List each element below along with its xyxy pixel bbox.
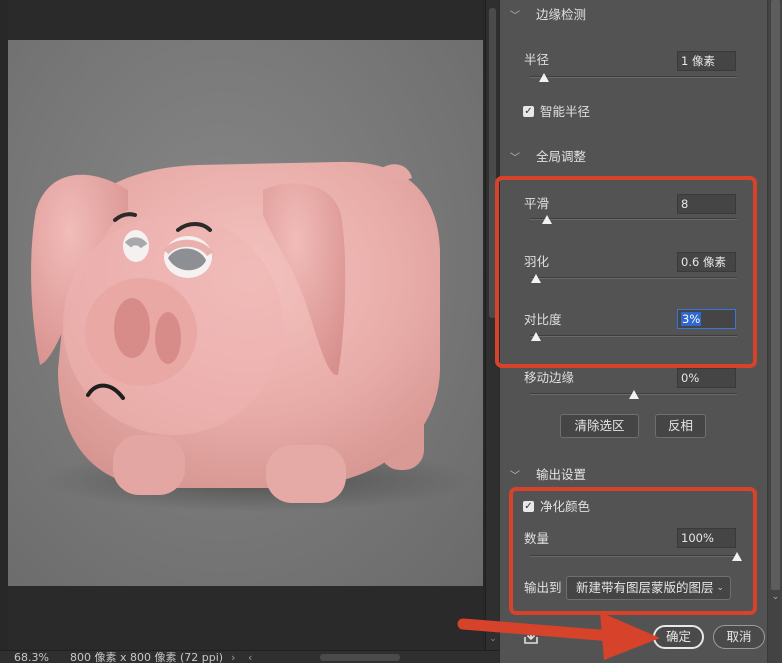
smart-radius-label[interactable]: 智能半径 xyxy=(540,104,590,120)
output-to-select[interactable]: 新建带有图层蒙版的图层 ⌄ xyxy=(566,576,731,600)
section-edge-detection[interactable]: ﹀ 边缘检测 xyxy=(510,6,586,24)
feather-label: 羽化 xyxy=(524,254,550,269)
section-title: 输出设置 xyxy=(536,467,587,482)
smooth-field[interactable]: 8 xyxy=(677,194,736,214)
smooth-label: 平滑 xyxy=(524,196,550,211)
panel-scroll-thumb[interactable] xyxy=(771,0,780,590)
amount-slider-thumb[interactable] xyxy=(732,552,742,561)
canvas-top-margin xyxy=(8,0,483,40)
document-canvas[interactable] xyxy=(8,40,483,586)
section-output-settings[interactable]: ﹀ 输出设置 xyxy=(510,466,586,484)
checkbox-checked-icon[interactable]: ✓ xyxy=(523,501,534,512)
radius-label: 半径 xyxy=(524,52,550,67)
chevron-left-icon[interactable]: ‹ xyxy=(248,651,252,663)
feather-field[interactable]: 0.6 像素 xyxy=(677,252,736,272)
save-to-icon[interactable] xyxy=(522,628,540,646)
ok-button[interactable]: 确定 xyxy=(653,625,704,649)
shift-edge-field[interactable]: 0% xyxy=(677,368,736,388)
contrast-label: 对比度 xyxy=(524,312,562,327)
canvas-area xyxy=(0,0,485,650)
chevron-down-icon[interactable]: ⌄ xyxy=(768,592,782,602)
amount-field[interactable]: 100% xyxy=(677,528,736,548)
contrast-slider-thumb[interactable] xyxy=(531,332,542,341)
chevron-down-icon[interactable]: ﹀ xyxy=(510,8,524,26)
pig-plush-image xyxy=(31,161,473,512)
smooth-slider[interactable] xyxy=(530,218,737,220)
feather-slider-thumb[interactable] xyxy=(531,274,542,283)
amount-label: 数量 xyxy=(524,531,550,546)
shift-edge-label: 移动边缘 xyxy=(524,370,575,385)
invert-button[interactable]: 反相 xyxy=(655,414,706,438)
zoom-level[interactable]: 68.3% xyxy=(14,651,49,663)
chevron-down-icon[interactable]: ⌄ xyxy=(486,634,500,644)
horizontal-scroll-thumb[interactable] xyxy=(320,654,400,661)
decontaminate-colors-label[interactable]: 净化颜色 xyxy=(540,499,590,515)
shift-edge-slider-thumb[interactable] xyxy=(628,390,639,399)
contrast-field[interactable]: 3% xyxy=(677,309,736,329)
radius-slider[interactable] xyxy=(530,76,737,78)
checkbox-checked-icon[interactable]: ✓ xyxy=(523,106,534,117)
feather-slider[interactable] xyxy=(530,277,737,279)
output-to-label: 输出到 xyxy=(524,580,562,595)
status-bar: 68.3% 800 像素 x 800 像素 (72 ppi) › ‹ xyxy=(0,650,499,663)
refine-edge-properties-panel: ﹀ 边缘检测 半径 1 像素 ✓ 智能半径 ﹀ 全局调整 平滑 8 羽化 0.6 像… xyxy=(495,0,767,663)
document-info: 800 像素 x 800 像素 (72 ppi) xyxy=(70,651,224,663)
radius-slider-thumb[interactable] xyxy=(539,73,550,82)
panel-vertical-scrollbar[interactable]: ⌄ xyxy=(767,0,782,663)
cancel-button[interactable]: 取消 xyxy=(713,625,765,649)
chevron-down-icon[interactable]: ﹀ xyxy=(510,468,524,486)
chevron-right-icon[interactable]: › xyxy=(231,651,235,663)
canvas-vertical-scrollbar[interactable]: ⌄ xyxy=(485,0,499,650)
smooth-slider-thumb[interactable] xyxy=(541,215,552,224)
chevron-down-icon: ⌄ xyxy=(716,583,724,593)
section-title: 全局调整 xyxy=(536,149,587,164)
section-global-refine[interactable]: ﹀ 全局调整 xyxy=(510,148,586,166)
contrast-value: 3% xyxy=(681,312,702,326)
canvas-scroll-thumb[interactable] xyxy=(489,8,496,318)
radius-field[interactable]: 1 像素 xyxy=(677,51,736,71)
chevron-down-icon[interactable]: ﹀ xyxy=(510,150,524,168)
amount-slider[interactable] xyxy=(530,555,737,557)
section-title: 边缘检测 xyxy=(536,7,587,22)
contrast-slider[interactable] xyxy=(530,335,737,337)
output-to-value: 新建带有图层蒙版的图层 xyxy=(576,580,714,595)
clear-selection-button[interactable]: 清除选区 xyxy=(560,414,639,438)
canvas-bottom-margin xyxy=(8,586,483,650)
